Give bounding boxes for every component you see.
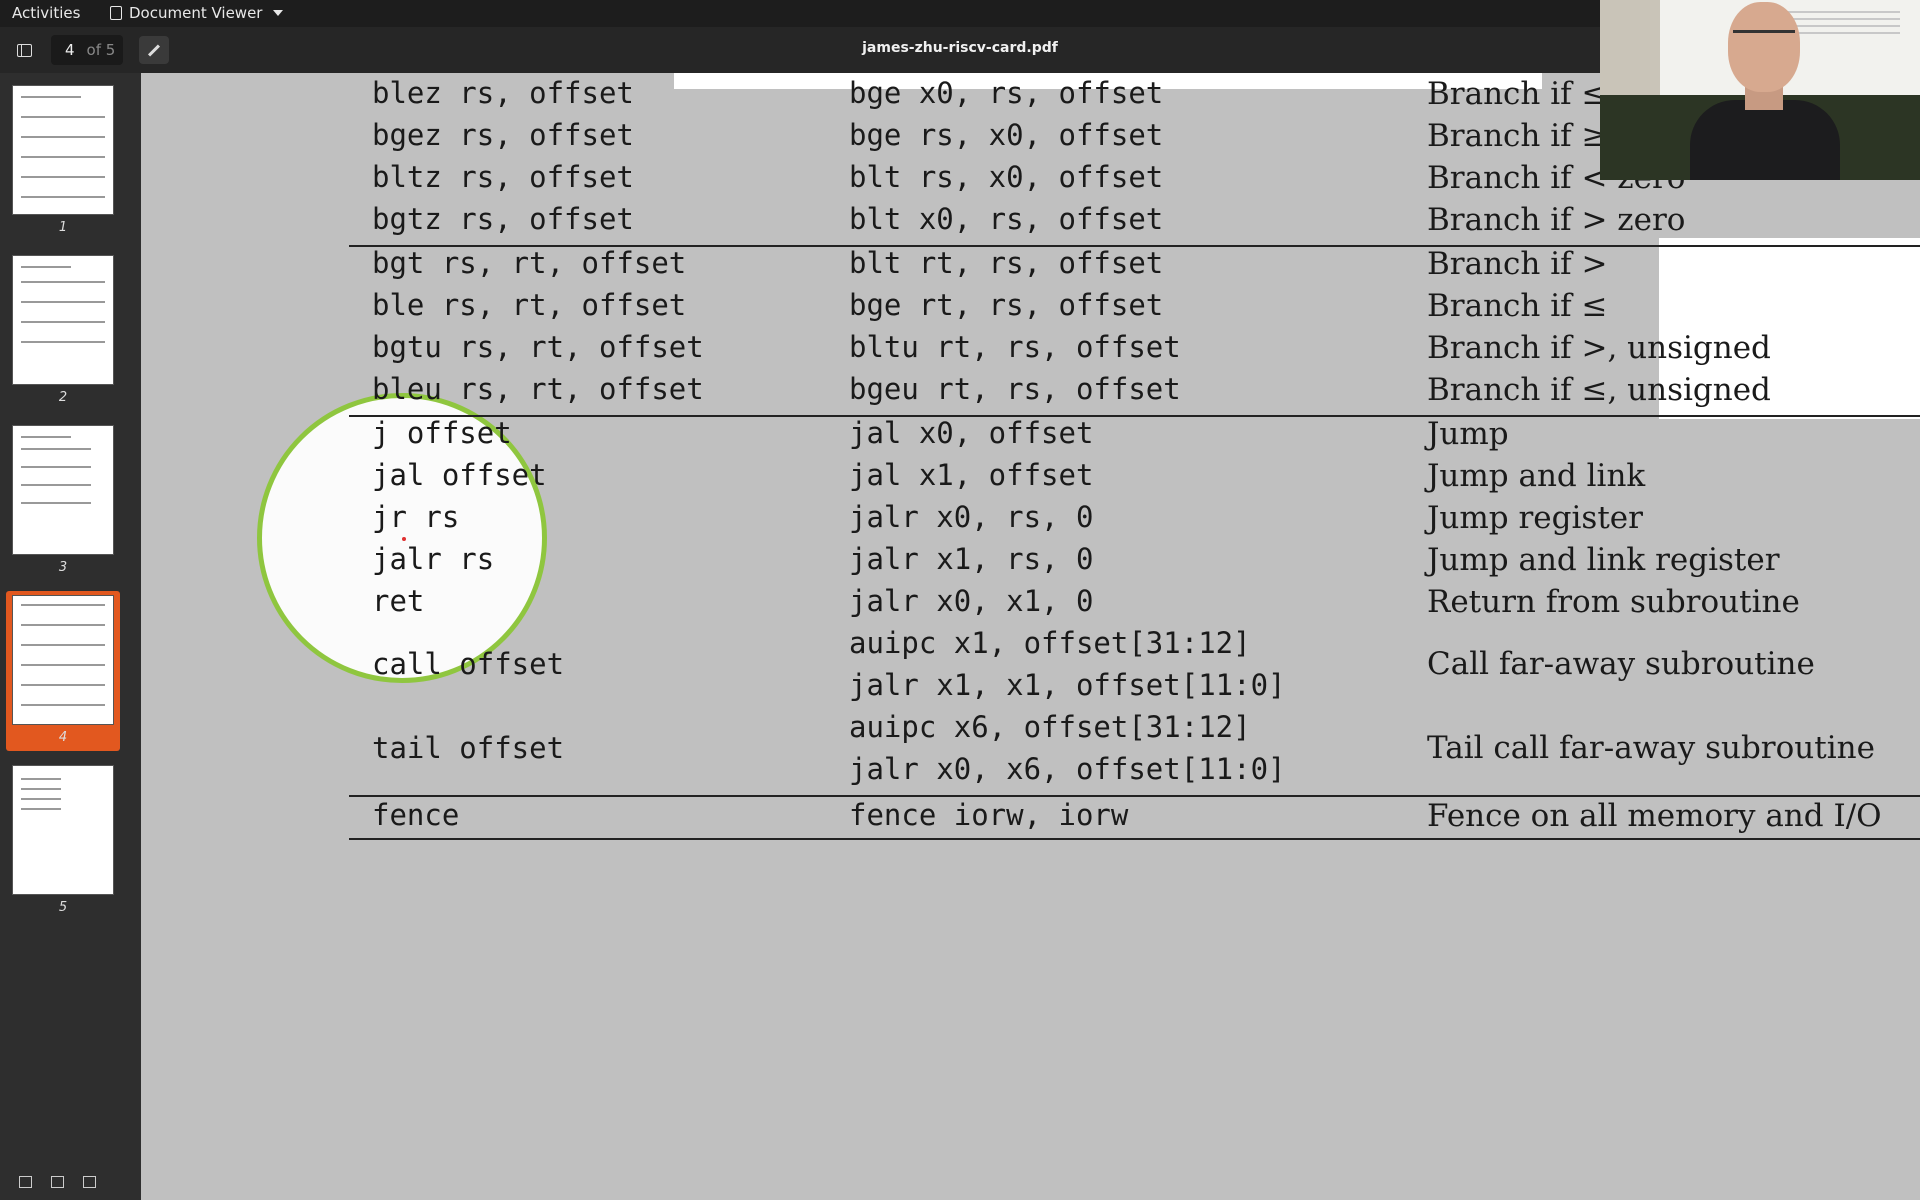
meaning: Jump and link register: [1427, 542, 1780, 578]
base-instruction: auipc x6, offset[31:12]: [849, 710, 1251, 744]
pseudo-instruction: blez rs, offset: [372, 76, 634, 110]
thumbnail-label: 1: [58, 220, 68, 235]
pseudo-instruction: fence: [372, 798, 460, 832]
page-thumbnail-5[interactable]: [12, 765, 114, 895]
pseudo-instruction: jal offset: [372, 458, 547, 492]
grid-icon[interactable]: [16, 1173, 34, 1191]
pseudo-instruction: ret: [372, 584, 425, 618]
pseudo-instruction: bgtz rs, offset: [372, 202, 634, 236]
base-instruction: jalr x0, x6, offset[11:0]: [849, 752, 1286, 786]
base-instruction: bge x0, rs, offset: [849, 76, 1164, 110]
base-instruction: blt rt, rs, offset: [849, 246, 1164, 280]
pseudo-instruction: tail offset: [372, 731, 565, 765]
base-instruction: bge rs, x0, offset: [849, 118, 1164, 152]
meaning: Branch if > zero: [1427, 202, 1686, 238]
base-instruction: bge rt, rs, offset: [849, 288, 1164, 322]
document-view[interactable]: blez rs, offset bge x0, rs, offset Branc…: [141, 73, 1920, 1200]
presenter-glasses: [1733, 30, 1795, 45]
meaning: Jump register: [1427, 500, 1643, 536]
pseudo-instruction: bgez rs, offset: [372, 118, 634, 152]
webcam-overlay: [1600, 0, 1920, 180]
page-thumbnail-3[interactable]: [12, 425, 114, 555]
page-thumbnail-2[interactable]: [12, 255, 114, 385]
meaning: Branch if ≤: [1427, 76, 1608, 112]
meaning: Branch if >: [1427, 246, 1608, 282]
thumbnail-label: 3: [58, 560, 68, 575]
pseudo-instruction: bgtu rs, rt, offset: [372, 330, 704, 364]
sidebar-toolbar: [0, 1164, 141, 1200]
pseudo-instruction: j offset: [372, 416, 512, 450]
pseudo-instruction: bltz rs, offset: [372, 160, 634, 194]
meaning: Branch if ≥: [1427, 118, 1608, 154]
pseudo-instruction: bgt rs, rt, offset: [372, 246, 687, 280]
base-instruction: jalr x1, x1, offset[11:0]: [849, 668, 1286, 702]
meaning: Fence on all memory and I/O: [1427, 798, 1882, 834]
table-divider: [349, 795, 1920, 797]
base-instruction: blt x0, rs, offset: [849, 202, 1164, 236]
base-instruction: blt rs, x0, offset: [849, 160, 1164, 194]
meaning: Call far-away subroutine: [1427, 646, 1815, 682]
chevron-down-icon: [273, 10, 284, 16]
pseudo-instruction: jr rs: [372, 500, 460, 534]
document-icon: [110, 6, 122, 20]
meaning: Jump: [1427, 416, 1509, 452]
base-instruction: jalr x1, rs, 0: [849, 542, 1094, 576]
pseudo-instruction: bleu rs, rt, offset: [372, 372, 704, 406]
bookmark-icon[interactable]: [80, 1173, 98, 1191]
pseudo-instruction: call offset: [372, 647, 565, 681]
presenter-torso: [1690, 100, 1840, 180]
meaning: Branch if ≤: [1427, 288, 1608, 324]
thumbnail-sidebar: 1 2 3 4 5: [0, 73, 141, 1200]
edit-icon[interactable]: [48, 1173, 66, 1191]
page-thumbnail-1[interactable]: [12, 85, 114, 215]
base-instruction: bgeu rt, rs, offset: [849, 372, 1181, 406]
meaning: Jump and link: [1427, 458, 1646, 494]
page-thumbnail-4[interactable]: [12, 595, 114, 725]
app-menu[interactable]: Document Viewer: [110, 4, 284, 22]
base-instruction: jal x0, offset: [849, 416, 1094, 450]
activities-button[interactable]: Activities: [12, 4, 80, 22]
meaning: Branch if ≤, unsigned: [1427, 372, 1771, 408]
thumbnail-label: 2: [58, 390, 68, 405]
app-name: Document Viewer: [129, 4, 263, 22]
pseudo-instruction: jalr rs: [372, 542, 495, 576]
base-instruction: fence iorw, iorw: [849, 798, 1129, 832]
table-divider: [349, 415, 1920, 417]
thumbnail-label: 5: [58, 900, 68, 915]
meaning: Return from subroutine: [1427, 584, 1800, 620]
base-instruction: jalr x0, x1, 0: [849, 584, 1094, 618]
presenter-head: [1728, 2, 1800, 92]
thumbnail-label: 4: [58, 730, 68, 745]
base-instruction: jalr x0, rs, 0: [849, 500, 1094, 534]
pseudo-instruction: ble rs, rt, offset: [372, 288, 687, 322]
laser-pointer: [402, 537, 406, 541]
base-instruction: auipc x1, offset[31:12]: [849, 626, 1251, 660]
base-instruction: jal x1, offset: [849, 458, 1094, 492]
meaning: Branch if >, unsigned: [1427, 330, 1771, 366]
base-instruction: bltu rt, rs, offset: [849, 330, 1181, 364]
meaning: Tail call far-away subroutine: [1427, 730, 1875, 766]
table-divider: [349, 838, 1920, 840]
